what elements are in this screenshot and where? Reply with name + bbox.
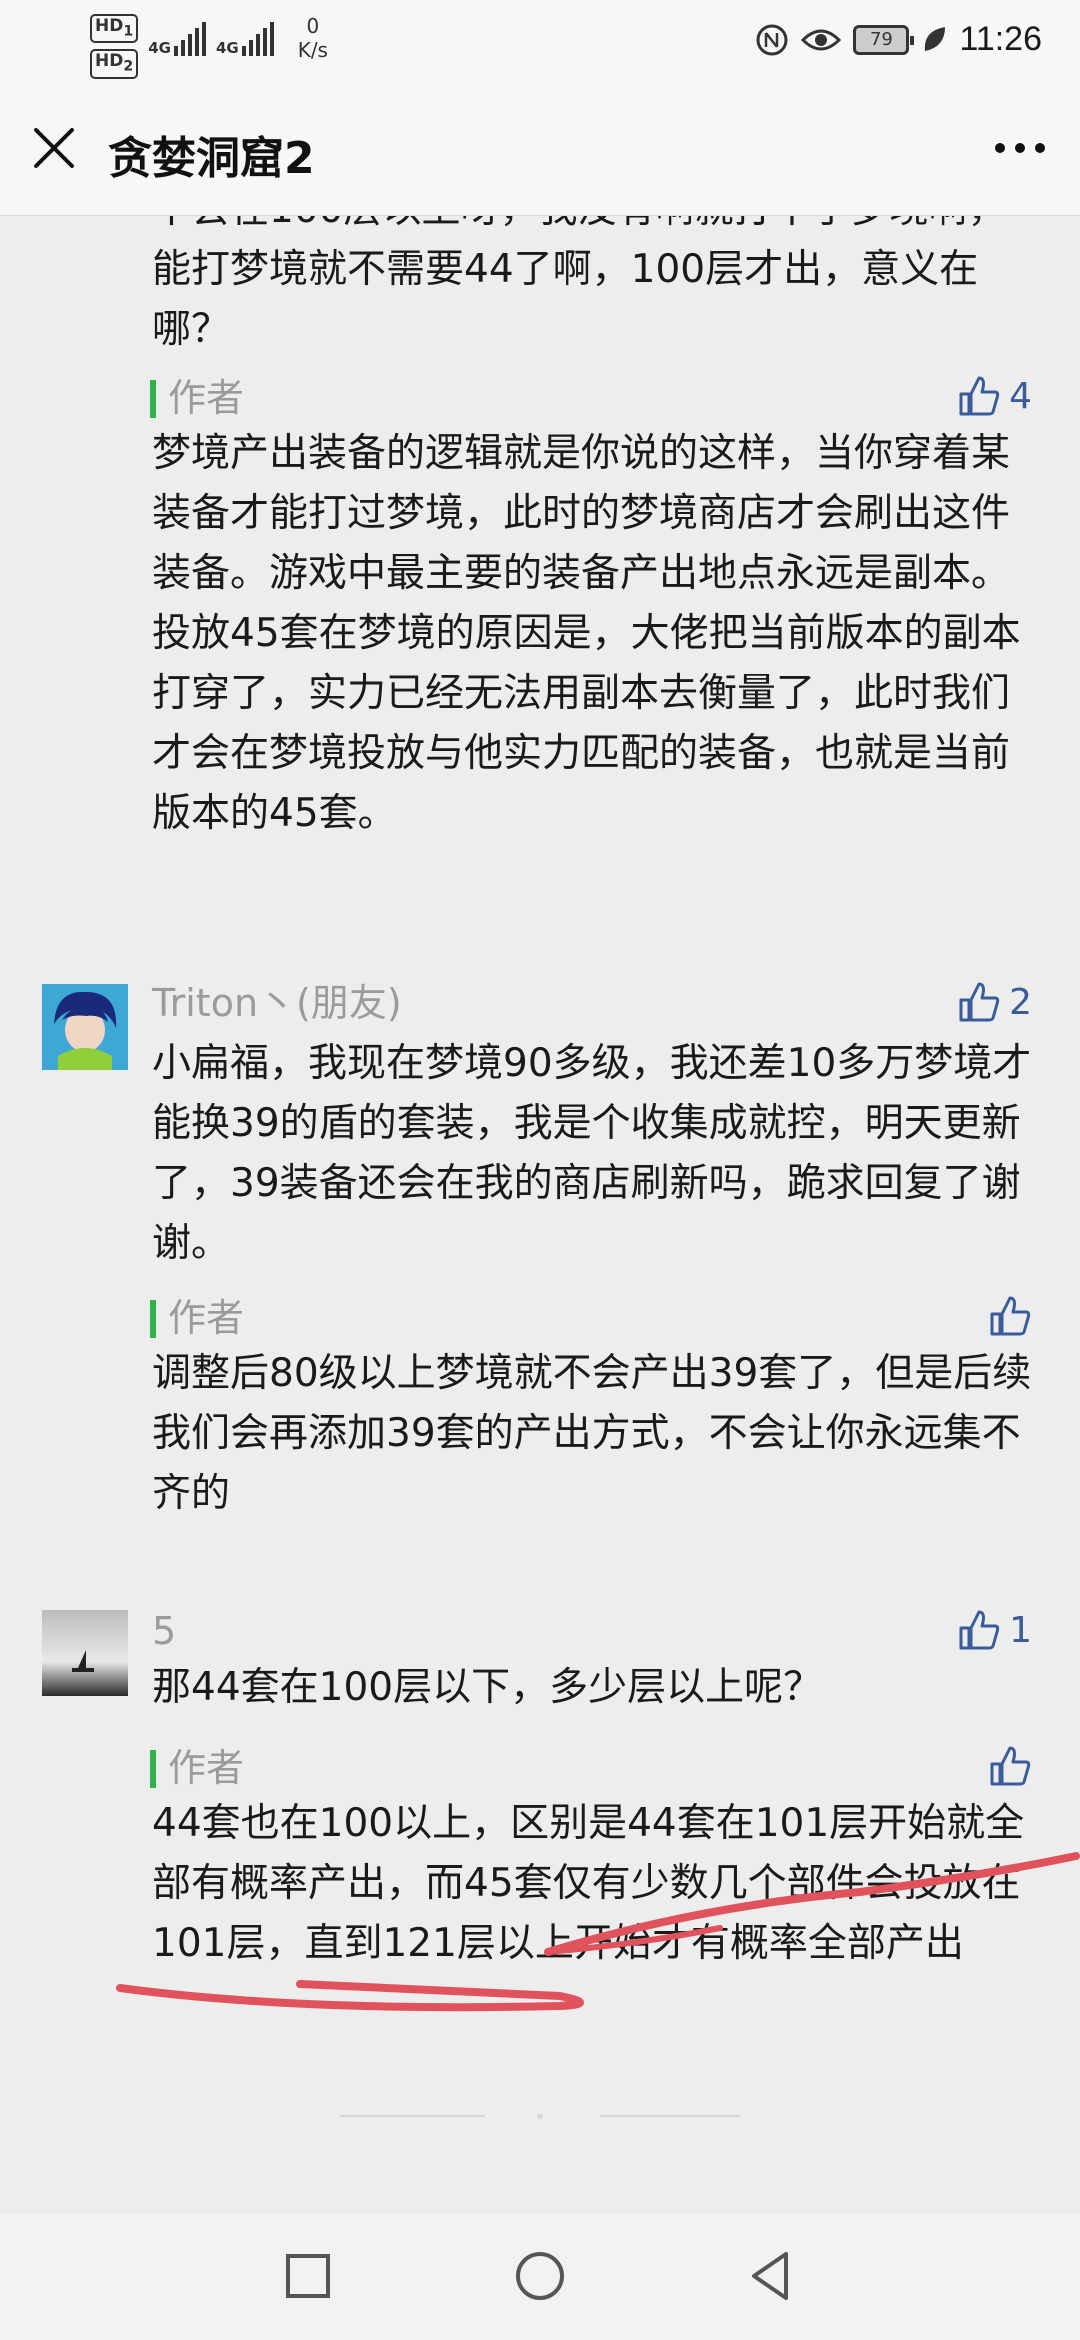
thumbs-up-icon (990, 1746, 1031, 1786)
close-icon[interactable] (30, 124, 78, 172)
signal-bars-2-icon (241, 22, 274, 56)
comment-text: 小扁福，我现在梦境90多级，我还差10多万梦境才能换39的盾的套装，我是个收集成… (152, 1041, 1032, 1266)
thumbs-up-icon (959, 376, 1000, 416)
author-accent-bar (150, 1300, 156, 1338)
like-button[interactable]: 4 (957, 374, 1032, 418)
speed-value: 0 (306, 14, 320, 38)
author-reply-text: 梦境产出装备的逻辑就是你说的这样，当你穿着某装备才能打过梦境，此时的梦境商店才会… (152, 431, 1021, 836)
user-nickname[interactable]: 5 (152, 1606, 176, 1656)
like-button[interactable]: 2 (957, 980, 1032, 1024)
signal-2: 4G (216, 22, 274, 56)
author-reply-text: 调整后80级以上梦境就不会产出39套了，但是后续我们会再添加39套的产出方式，不… (152, 1351, 1032, 1516)
like-count: 4 (1009, 375, 1032, 417)
back-triangle-icon[interactable] (740, 2244, 804, 2308)
author-label: 作者 (168, 1746, 245, 1790)
network-type-1: 4G (148, 39, 171, 57)
hd2-badge: HD2 (90, 49, 139, 79)
comment-text: 不会在100层以上呀，我没有啊就打不了梦境啊，能打梦境就不需要44了啊，100层… (152, 216, 1006, 352)
signal-1: 4G (148, 22, 206, 56)
author-label: 作者 (168, 376, 245, 420)
author-reply-header: 作者 (150, 1742, 1030, 1794)
like-button[interactable] (988, 1744, 1032, 1788)
circle-icon[interactable] (508, 2244, 572, 2308)
author-label: 作者 (168, 1296, 245, 1340)
author-reply-header: 作者 (150, 1292, 1030, 1344)
eye-comfort-icon (801, 29, 842, 50)
author-reply-header: 作者 (150, 372, 1030, 424)
status-right: 79 11:26 (755, 20, 1042, 59)
like-button[interactable] (988, 1294, 1032, 1338)
thumbs-up-icon (959, 982, 1000, 1022)
nfc-icon (756, 24, 788, 55)
author-reply-text: 44套也在100以上，区别是44套在101层开始就全部有概率产出，而45套仅有少… (152, 1801, 1025, 1966)
clock: 11:26 (959, 20, 1042, 58)
page-title: 贪婪洞窟2 (108, 133, 315, 184)
square-icon[interactable] (276, 2244, 340, 2308)
more-icon[interactable] (990, 128, 1050, 168)
thumbs-up-icon (959, 1610, 1000, 1650)
system-navigation-bar (0, 2214, 1080, 2340)
network-speed: 0 K/s (298, 14, 328, 62)
signal-bars-1-icon (173, 22, 206, 56)
like-count: 2 (1009, 981, 1032, 1023)
page-indicator (340, 2114, 740, 2119)
avatar[interactable] (42, 1610, 128, 1696)
author-accent-bar (150, 380, 156, 418)
speed-unit: K/s (297, 38, 328, 62)
sim-indicators: HD1 HD2 (90, 14, 139, 79)
like-count: 1 (1009, 1609, 1032, 1651)
like-button[interactable]: 1 (957, 1608, 1032, 1652)
thumbs-up-icon (990, 1296, 1031, 1336)
hd1-badge: HD1 (90, 14, 139, 44)
network-type-2: 4G (215, 39, 239, 57)
author-accent-bar (150, 1750, 156, 1788)
leaf-icon (925, 26, 946, 51)
avatar[interactable] (42, 984, 128, 1070)
comment-list[interactable]: 不会在100层以上呀，我没有啊就打不了梦境啊，能打梦境就不需要44了啊，100层… (0, 216, 1080, 2214)
status-left: HD1 HD2 4G 4G 0 K/s (90, 14, 328, 79)
top-nav-bar: 贪婪洞窟2 (0, 92, 1080, 216)
comment-text: 那44套在100层以下，多少层以上呢？ (152, 1665, 823, 1710)
battery-indicator: 79 (853, 24, 915, 55)
user-nickname[interactable]: Triton丶(朋友) (152, 978, 402, 1028)
status-bar: HD1 HD2 4G 4G 0 K/s 79 11:26 (0, 0, 1080, 92)
